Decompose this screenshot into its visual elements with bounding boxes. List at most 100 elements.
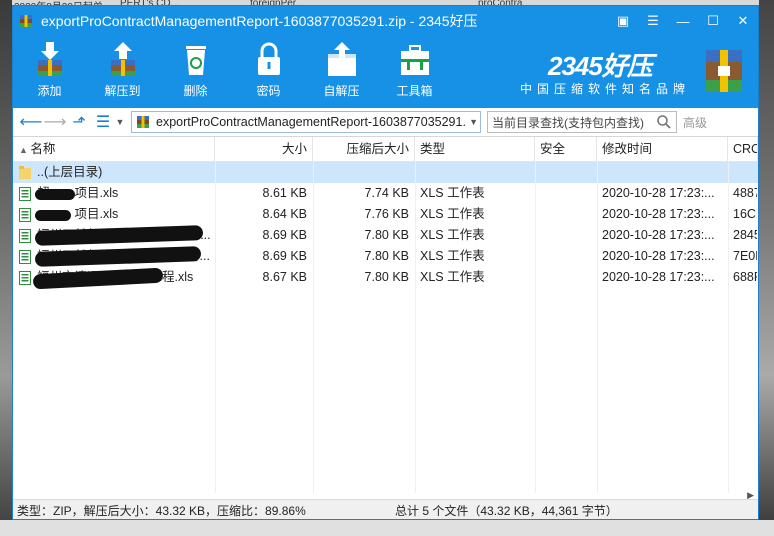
archive-path-icon — [137, 116, 149, 128]
delete-button[interactable]: 删除 — [159, 36, 232, 108]
file-size: 8.69 KB — [262, 249, 307, 263]
brand-logo: 2345好压 — [548, 51, 653, 81]
file-security — [535, 204, 597, 225]
desktop-bottom-edge — [0, 520, 774, 536]
file-size: 8.67 KB — [262, 270, 307, 284]
xls-file-icon — [19, 207, 31, 222]
recycle-bin-icon — [185, 46, 206, 75]
self-extract-button[interactable]: 自解压 — [305, 36, 378, 108]
view-dropdown-chevron-icon[interactable]: ▼ — [115, 110, 125, 134]
column-header-type[interactable]: 类型 — [415, 137, 535, 161]
xls-file-icon — [19, 270, 31, 285]
file-row[interactable]: 一 项目.xls 8.64 KB 7.76 KB XLS 工作表 2020-10-28 … — [13, 204, 758, 225]
file-type: XLS 工作表 — [420, 186, 485, 200]
file-packed-size: 7.80 KB — [364, 249, 409, 263]
lock-icon — [257, 42, 280, 75]
search-icon[interactable] — [656, 114, 672, 130]
search-input[interactable]: 当前目录查找(支持包内查找) — [488, 114, 656, 131]
file-modified: 2020-10-28 17:23:... — [602, 270, 715, 284]
parent-directory-row[interactable]: ..(上层目录) — [13, 162, 758, 183]
toolbox-button[interactable]: 工具箱 — [378, 36, 451, 108]
file-size: 8.61 KB — [262, 186, 307, 200]
delete-label: 删除 — [183, 84, 208, 98]
file-type: XLS 工作表 — [420, 207, 485, 221]
file-type: XLS 工作表 — [420, 249, 485, 263]
parent-directory-label: ..(上层目录) — [37, 165, 103, 179]
xls-file-icon — [19, 186, 31, 201]
file-packed-size: 7.80 KB — [364, 270, 409, 284]
file-modified: 2020-10-28 17:23:... — [602, 186, 715, 200]
total-files-text: 总计 5 个文件（43.32 KB，44,361 字节） — [395, 503, 618, 518]
file-modified: 2020-10-28 17:23:... — [602, 249, 715, 263]
window-title: exportProContractManagementReport-160387… — [41, 13, 478, 29]
column-divider — [728, 161, 729, 493]
column-header-packed-size[interactable]: 压缩后大小 — [313, 137, 415, 161]
file-crc: 7E0F — [733, 249, 757, 263]
path-text: exportProContractManagementReport-160387… — [156, 115, 466, 129]
archive-window: exportProContractManagementReport-160387… — [12, 5, 759, 520]
redaction-mark — [35, 189, 75, 200]
password-button[interactable]: 密码 — [232, 36, 305, 108]
column-header-row: ▲ 名称 大小 压缩后大小 类型 安全 修改时间 CRC32 — [13, 137, 758, 162]
path-dropdown-chevron-icon[interactable]: ▼ — [469, 117, 478, 127]
sort-up-icon: ▲ — [19, 145, 31, 155]
folder-icon — [19, 165, 31, 179]
archive-info-text: 类型：ZIP，解压后大小：43.32 KB，压缩比：89.86% — [17, 503, 306, 518]
self-extract-icon — [327, 42, 356, 76]
column-header-modified[interactable]: 修改时间 — [597, 137, 728, 161]
archive-app-icon — [20, 15, 32, 27]
view-list-icon[interactable]: ☰ — [91, 110, 115, 134]
add-button[interactable]: 添加 — [13, 36, 86, 108]
back-arrow-icon[interactable]: ⟵ — [19, 110, 43, 134]
column-header-size[interactable]: 大小 — [215, 137, 313, 161]
desktop-right-edge — [759, 0, 774, 536]
column-divider — [415, 161, 416, 493]
status-bar: 类型：ZIP，解压后大小：43.32 KB，压缩比：89.86% 总计 5 个文… — [13, 499, 758, 519]
extract-to-button[interactable]: 解压到 — [86, 36, 159, 108]
file-list[interactable]: ▲ 名称 大小 压缩后大小 类型 安全 修改时间 CRC32 ..(上层目录) … — [13, 137, 758, 493]
maximize-button[interactable]: ☐ — [698, 6, 728, 36]
xls-file-icon — [19, 228, 31, 243]
extract-to-label: 解压到 — [104, 84, 141, 98]
column-header-name[interactable]: ▲ 名称 — [13, 137, 215, 161]
column-divider — [215, 161, 216, 493]
add-label: 添加 — [37, 84, 62, 98]
file-crc: 688F — [733, 270, 757, 284]
column-divider — [535, 161, 536, 493]
up-folder-icon[interactable]: ⬏ — [67, 110, 91, 134]
file-modified: 2020-10-28 17:23:... — [602, 228, 715, 242]
file-security — [535, 246, 597, 267]
column-divider — [313, 161, 314, 493]
path-field[interactable]: exportProContractManagementReport-160387… — [131, 111, 481, 133]
close-button[interactable]: ✕ — [728, 6, 758, 36]
extract-icon — [110, 42, 135, 76]
menu-button[interactable]: ☰ — [638, 6, 668, 36]
file-size: 8.69 KB — [262, 228, 307, 242]
file-crc: 4887 — [733, 186, 757, 200]
toolbox-label: 工具箱 — [396, 84, 433, 98]
file-packed-size: 7.76 KB — [364, 207, 409, 221]
forward-arrow-icon[interactable]: ⟶ — [43, 110, 67, 134]
file-crc: 16C1 — [733, 207, 757, 221]
self-extract-label: 自解压 — [323, 84, 360, 98]
navigation-bar: ⟵ ⟶ ⬏ ☰ ▼ exportProContractManagementRep… — [13, 108, 758, 137]
search-box[interactable]: 当前目录查找(支持包内查找) — [487, 111, 677, 133]
parent-directory-cell: ..(上层目录) — [13, 162, 215, 183]
minimize-button[interactable]: — — [668, 6, 698, 36]
file-packed-size: 7.74 KB — [364, 186, 409, 200]
file-packed-size: 7.80 KB — [364, 228, 409, 242]
file-row[interactable]: 超 项目.xls 8.61 KB 7.74 KB XLS 工作表 2020-10-28 … — [13, 183, 758, 204]
file-modified: 2020-10-28 17:23:... — [602, 207, 715, 221]
advanced-search-link[interactable]: 高级 — [683, 114, 707, 131]
file-size: 8.64 KB — [262, 207, 307, 221]
redaction-mark — [35, 210, 71, 221]
skin-button[interactable]: ▣ — [608, 6, 638, 36]
brand-archive-box-icon — [706, 50, 742, 92]
column-header-security[interactable]: 安全 — [535, 137, 597, 161]
column-header-crc[interactable]: CRC32 — [728, 137, 758, 161]
file-type: XLS 工作表 — [420, 270, 485, 284]
file-security — [535, 267, 597, 288]
file-security — [535, 225, 597, 246]
password-label: 密码 — [256, 84, 281, 98]
title-bar[interactable]: exportProContractManagementReport-160387… — [13, 6, 758, 36]
